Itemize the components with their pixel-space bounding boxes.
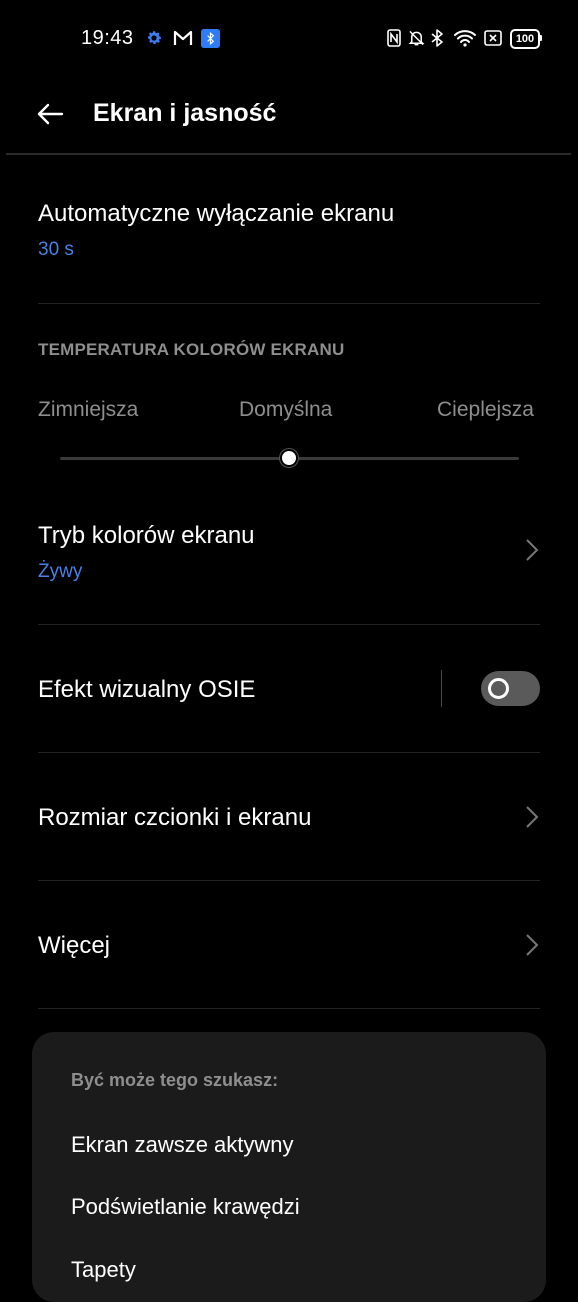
auto-off-value: 30 s xyxy=(38,239,74,260)
suggestion-item[interactable]: Podświetlanie krawędzi xyxy=(71,1194,300,1220)
bell-off-icon xyxy=(407,28,425,48)
more-title: Więcej xyxy=(38,932,111,959)
bluetooth-icon xyxy=(430,28,444,48)
status-time: 19:43 xyxy=(81,27,134,49)
toggle-knob xyxy=(488,678,509,699)
battery-tip xyxy=(540,35,542,41)
chevron-right-icon xyxy=(522,535,542,565)
color-mode-value: Żywy xyxy=(38,561,83,582)
toggle-separator xyxy=(441,670,442,707)
temp-label-default: Domyślna xyxy=(239,398,333,421)
temp-label-cooler: Zimniejsza xyxy=(38,398,139,421)
page-title: Ekran i jasność xyxy=(93,99,277,127)
auto-off-title: Automatyczne wyłączanie ekranu xyxy=(38,200,395,227)
slider-thumb[interactable] xyxy=(279,449,298,467)
temp-label-warmer: Cieplejsza xyxy=(437,398,534,421)
chevron-right-icon xyxy=(522,802,542,832)
suggestions-header: Być może tego szukasz: xyxy=(71,1070,279,1090)
header-divider xyxy=(6,153,571,155)
chevron-right-icon xyxy=(522,930,542,960)
auto-off-row[interactable] xyxy=(0,175,578,303)
arrow-left-icon xyxy=(37,103,64,125)
color-temperature-section-title: TEMPERATURA KOLORÓW EKRANU xyxy=(38,340,345,359)
font-size-title: Rozmiar czcionki i ekranu xyxy=(38,804,312,831)
back-button[interactable] xyxy=(30,96,70,132)
x-box-icon xyxy=(483,28,503,48)
wifi-icon xyxy=(453,28,477,48)
gmail-icon xyxy=(172,28,194,48)
suggestion-item[interactable]: Ekran zawsze aktywny xyxy=(71,1132,294,1158)
gear-icon xyxy=(144,28,164,48)
divider xyxy=(38,624,540,625)
osie-title: Efekt wizualny OSIE xyxy=(38,676,256,703)
divider xyxy=(38,303,540,304)
suggestion-item[interactable]: Tapety xyxy=(71,1257,136,1283)
color-mode-title: Tryb kolorów ekranu xyxy=(38,522,255,549)
nfc-icon xyxy=(386,28,402,48)
divider xyxy=(38,1008,540,1009)
color-mode-row[interactable] xyxy=(0,500,578,624)
battery-indicator: 100 xyxy=(510,29,540,49)
bluetooth-app-icon xyxy=(200,28,220,48)
